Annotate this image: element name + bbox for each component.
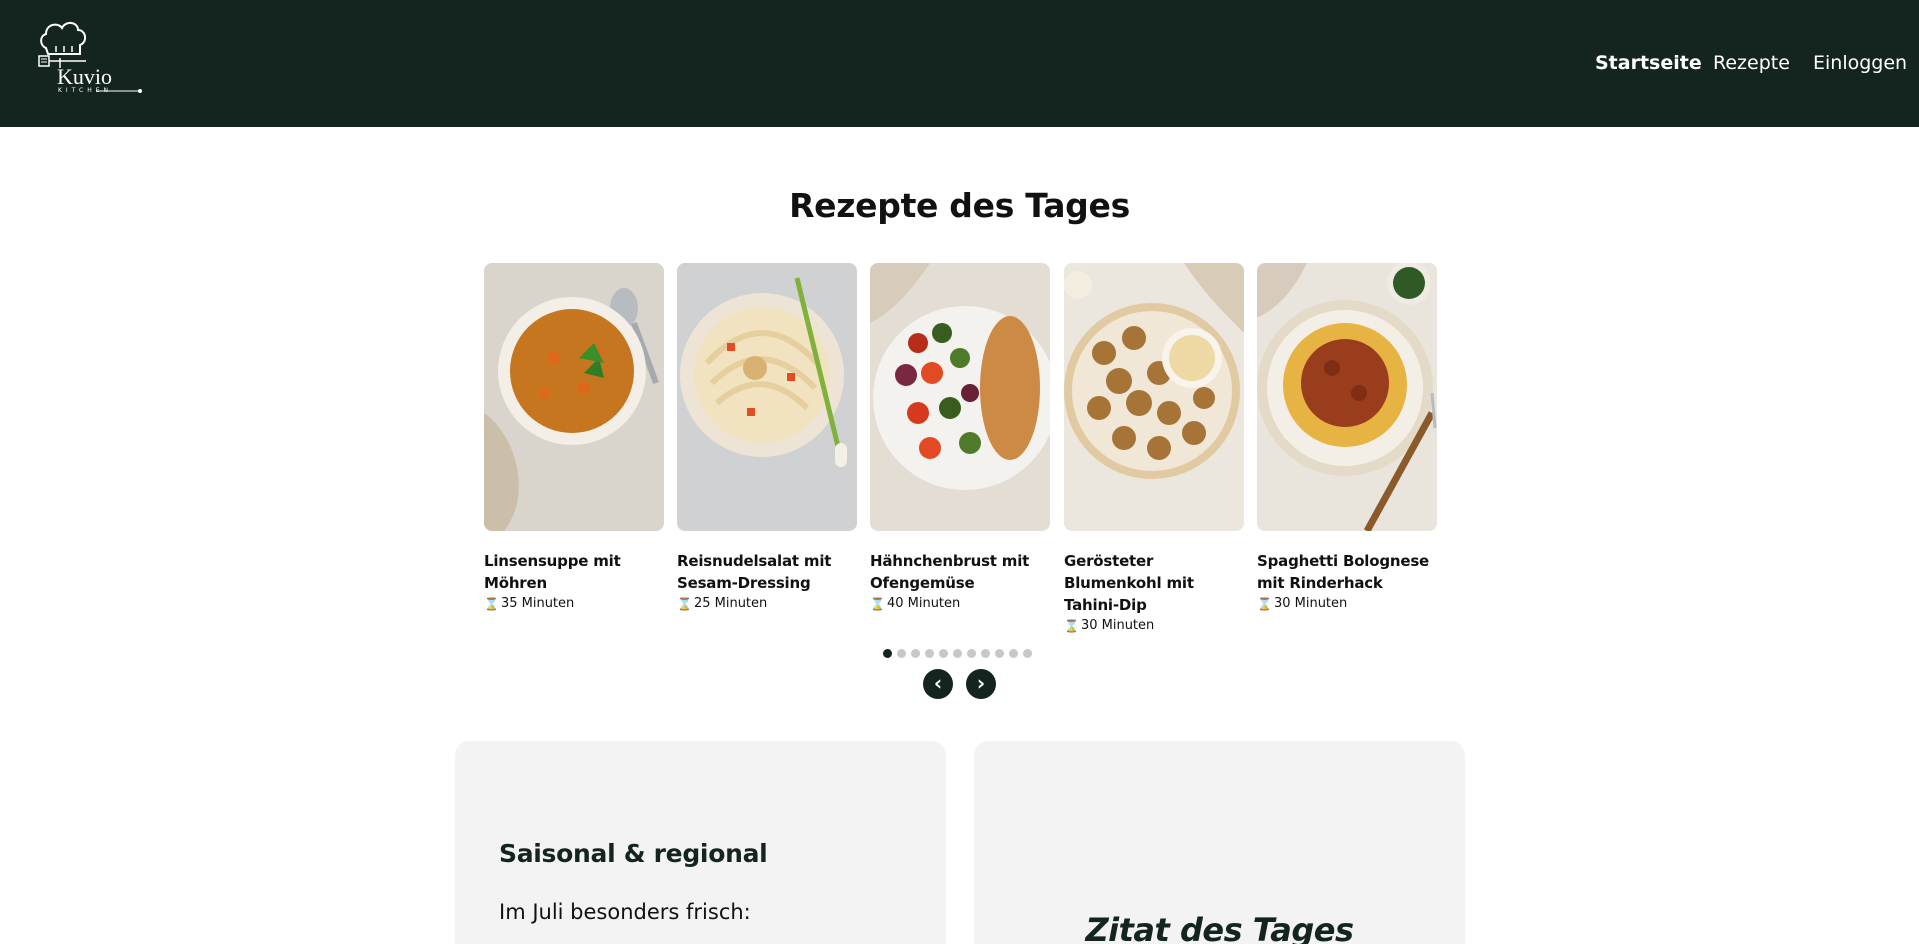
- recipe-time: ⌛ 30 Minuten: [1064, 618, 1244, 633]
- carousel-prev-button[interactable]: ‹: [923, 669, 953, 699]
- recipe-card[interactable]: Reisnudelsalat mit Sesam-Dressing ⌛ 25 M…: [677, 263, 857, 611]
- recipe-time: ⌛ 35 Minuten: [484, 596, 664, 611]
- recipe-card[interactable]: Linsensuppe mit Möhren ⌛ 35 Minuten: [484, 263, 664, 611]
- seasonal-text: Im Juli besonders frisch:: [499, 900, 751, 924]
- recipe-card[interactable]: Spaghetti Bolognese mit Rinderhack ⌛ 30 …: [1257, 263, 1437, 611]
- carousel-dot[interactable]: [883, 649, 892, 658]
- recipe-title[interactable]: Reisnudelsalat mit Sesam-Dressing: [677, 550, 857, 594]
- recipe-time: ⌛ 25 Minuten: [677, 596, 857, 611]
- hourglass-icon: ⌛: [484, 596, 499, 611]
- recipe-title[interactable]: Linsensuppe mit Möhren: [484, 550, 664, 594]
- carousel-dot[interactable]: [953, 649, 962, 658]
- nav-home-link[interactable]: Startseite: [1595, 50, 1702, 76]
- recipe-time: ⌛ 30 Minuten: [1257, 596, 1437, 611]
- carousel-dot[interactable]: [967, 649, 976, 658]
- carousel-dot[interactable]: [925, 649, 934, 658]
- nav-recipes-link[interactable]: Rezepte: [1713, 50, 1790, 76]
- recipe-time-label: 30 Minuten: [1273, 596, 1348, 611]
- hourglass-icon: ⌛: [1257, 596, 1272, 611]
- brand-subtitle: KITCHEN: [58, 87, 112, 94]
- carousel-dot[interactable]: [911, 649, 920, 658]
- recipe-image-lentil-soup[interactable]: [484, 263, 664, 531]
- hourglass-icon: ⌛: [870, 596, 885, 611]
- carousel-dot[interactable]: [1009, 649, 1018, 658]
- site-header: Kuvio KITCHEN Startseite Rezepte Einlogg…: [0, 0, 1919, 127]
- quote-title: Zitat des Tages: [1085, 911, 1354, 944]
- carousel-dots: [883, 649, 1032, 658]
- section-title: Rezepte des Tages: [789, 186, 1130, 225]
- recipe-image-rice-noodle-salad[interactable]: [677, 263, 857, 531]
- hourglass-icon: ⌛: [1064, 618, 1079, 633]
- recipe-time-label: 35 Minuten: [500, 596, 575, 611]
- recipe-title[interactable]: Hähnchenbrust mit Ofengemüse: [870, 550, 1050, 594]
- nav-login-link[interactable]: Einloggen: [1813, 50, 1907, 76]
- hourglass-icon: ⌛: [677, 596, 692, 611]
- quote-box: Zitat des Tages: [974, 741, 1465, 944]
- carousel-dot[interactable]: [1023, 649, 1032, 658]
- carousel-dot[interactable]: [897, 649, 906, 658]
- seasonal-box: Saisonal & regional Im Juli besonders fr…: [455, 741, 946, 944]
- recipe-title[interactable]: Gerösteter Blumenkohl mit Tahini-Dip: [1064, 550, 1244, 616]
- carousel-dot[interactable]: [995, 649, 1004, 658]
- recipe-image-roasted-cauliflower[interactable]: [1064, 263, 1244, 531]
- carousel-dot[interactable]: [939, 649, 948, 658]
- recipe-image-spaghetti-bolognese[interactable]: [1257, 263, 1437, 531]
- brand-name: Kuvio: [57, 64, 112, 89]
- seasonal-title: Saisonal & regional: [499, 839, 768, 868]
- recipe-time-label: 25 Minuten: [693, 596, 768, 611]
- recipe-time-label: 30 Minuten: [1080, 618, 1155, 633]
- recipe-title[interactable]: Spaghetti Bolognese mit Rinderhack: [1257, 550, 1437, 594]
- recipe-image-chicken-vegetables[interactable]: [870, 263, 1050, 531]
- recipe-time-label: 40 Minuten: [886, 596, 961, 611]
- carousel-dot[interactable]: [981, 649, 990, 658]
- recipe-card[interactable]: Hähnchenbrust mit Ofengemüse ⌛ 40 Minute…: [870, 263, 1050, 611]
- recipe-time: ⌛ 40 Minuten: [870, 596, 1050, 611]
- carousel-next-button[interactable]: ›: [966, 669, 996, 699]
- recipe-card[interactable]: Gerösteter Blumenkohl mit Tahini-Dip ⌛ 3…: [1064, 263, 1244, 633]
